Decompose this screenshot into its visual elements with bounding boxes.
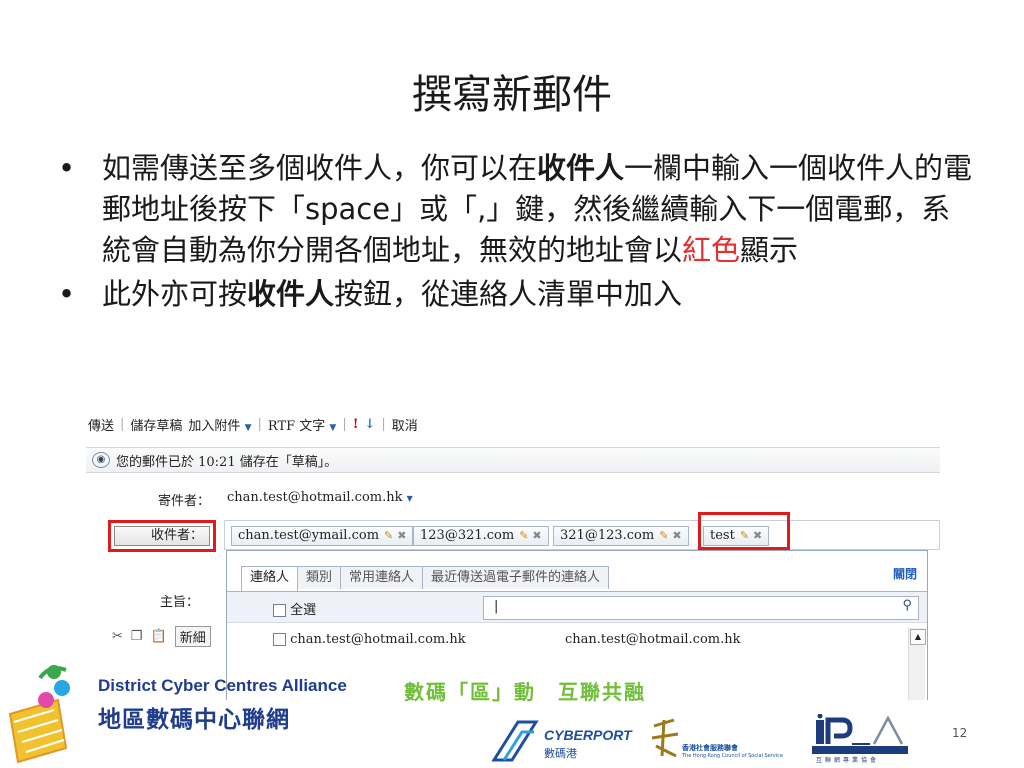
low-priority-icon[interactable]: ↓: [364, 417, 375, 432]
bullet-item-1: • 如需傳送至多個收件人，你可以在收件人一欄中輸入一個收件人的電郵地址後按下「s…: [58, 148, 978, 272]
select-all-checkbox[interactable]: 全選: [273, 599, 316, 618]
toolbar-divider: |: [120, 416, 125, 432]
hkcss-logo: 香港社會服務聯會 The Hong Kong Council of Social…: [648, 716, 808, 764]
page-number: 12: [952, 726, 968, 740]
checkbox-icon: [273, 604, 286, 617]
bullet-2-part-3: 按鈕，從連絡人清單中加入: [334, 276, 683, 311]
dcca-chinese-name: 地區數碼中心聯網: [98, 707, 290, 733]
bullet-1-emphasis: 收件人: [537, 151, 625, 185]
bullet-1-part-5: 顯示: [740, 233, 799, 268]
edit-pencil-icon[interactable]: ✎: [384, 529, 393, 542]
from-select[interactable]: chan.test@hotmail.com.hk ▼: [227, 490, 413, 505]
toolbar-divider: |: [381, 416, 386, 432]
to-button-highlight-box: [108, 520, 216, 552]
high-priority-icon[interactable]: !: [353, 417, 359, 432]
font-select[interactable]: 新細: [174, 626, 211, 647]
recipient-address: 123@321.com: [420, 528, 515, 543]
dcca-emblem-icon: [8, 665, 70, 764]
bullet-text-2: 此外亦可按收件人按鈕，從連絡人清單中加入: [102, 274, 682, 315]
attach-menu[interactable]: 加入附件 ▼: [188, 415, 251, 434]
contact-name-text: chan.test@hotmail.com.hk: [290, 632, 466, 647]
recipients-field[interactable]: chan.test@ymail.com ✎ ✖ 123@321.com ✎ ✖ 321@…: [224, 520, 940, 550]
select-all-row: 全選 | ⚲: [227, 592, 927, 623]
tab-categories[interactable]: 類別: [297, 566, 342, 589]
cyberport-chinese: 數碼港: [544, 747, 577, 760]
remove-x-icon[interactable]: ✖: [397, 529, 406, 542]
bullet-1-part-1: 如需傳送至多個收件人，你可以在: [102, 151, 538, 185]
slide-title: 撰寫新郵件: [412, 72, 612, 118]
bullet-list: • 如需傳送至多個收件人，你可以在收件人一欄中輸入一個收件人的電郵地址後按下「s…: [58, 148, 978, 317]
info-eye-icon: ◉: [92, 452, 110, 468]
draft-saved-notice: ◉ 您的郵件已於 10:21 儲存在「草稿」。: [86, 447, 940, 473]
bullet-dot-icon: •: [58, 151, 76, 185]
mail-compose-screenshot: 傳送 | 儲存草稿 加入附件 ▼ | RTF 文字 ▼ | ! ↓ | 取消 ◉…: [84, 404, 940, 700]
checkbox-icon[interactable]: [273, 633, 286, 646]
subject-label: 主旨：: [160, 595, 200, 610]
recipient-address: 321@123.com: [560, 528, 655, 543]
contacts-tabs: 連絡人 類別 常用連絡人 最近傳送過電子郵件的連絡人: [241, 566, 610, 591]
save-draft-button[interactable]: 儲存草稿: [130, 415, 182, 434]
tab-recent-contacts[interactable]: 最近傳送過電子郵件的連絡人: [422, 566, 610, 589]
edit-pencil-icon[interactable]: ✎: [659, 529, 668, 542]
paste-icon[interactable]: 📋: [151, 629, 167, 644]
hkcss-emblem-icon: [651, 718, 679, 758]
chevron-down-icon: ▼: [244, 422, 252, 433]
ipro-band: [812, 746, 908, 754]
cancel-button[interactable]: 取消: [392, 415, 418, 434]
format-toolbar: ✂ ❐ 📋 新細: [112, 626, 211, 647]
rtf-menu[interactable]: RTF 文字 ▼: [268, 415, 336, 434]
recipient-address: chan.test@ymail.com: [238, 528, 380, 543]
ipro-emblem-icon: [816, 713, 904, 745]
tab-frequent-contacts[interactable]: 常用連絡人: [340, 566, 424, 589]
cyberport-logo: CYBERPORT 數碼港: [490, 718, 640, 764]
ipro-logo: 互聯網專業協會: [812, 713, 910, 764]
from-value: chan.test@hotmail.com.hk: [227, 490, 403, 505]
copy-icon[interactable]: ❐: [131, 629, 143, 644]
slogan: 數碼「區」動 互聯共融: [404, 680, 646, 704]
contact-search-input[interactable]: | ⚲: [483, 596, 919, 620]
hkcss-chinese: 香港社會服務聯會: [682, 744, 738, 752]
scroll-up-icon[interactable]: ▲: [910, 629, 926, 645]
chevron-down-icon: ▼: [329, 422, 337, 433]
recipient-chip[interactable]: 123@321.com ✎ ✖: [413, 526, 549, 546]
remove-x-icon[interactable]: ✖: [672, 529, 681, 542]
search-icon[interactable]: ⚲: [902, 598, 912, 613]
cut-icon[interactable]: ✂: [112, 629, 123, 644]
cyberport-emblem-icon: [491, 720, 539, 762]
tab-contacts[interactable]: 連絡人: [241, 566, 299, 591]
chevron-down-icon: ▼: [406, 494, 413, 503]
recipient-chip[interactable]: chan.test@ymail.com ✎ ✖: [231, 526, 414, 546]
contact-email: chan.test@hotmail.com.hk: [565, 632, 741, 647]
hkcss-english: The Hong Kong Council of Social Service: [682, 753, 783, 759]
toolbar-divider: |: [257, 416, 262, 432]
recipient-chip[interactable]: 321@123.com ✎ ✖: [553, 526, 689, 546]
ipro-chinese: 互聯網專業協會: [816, 757, 880, 764]
dcca-english-name: District Cyber Centres Alliance: [98, 676, 347, 695]
rtf-label: RTF 文字: [267, 418, 326, 434]
search-text: |: [494, 599, 499, 614]
bullet-2-part-1: 此外亦可按: [102, 276, 248, 311]
bullet-1-red-word: 紅色: [682, 233, 741, 268]
remove-x-icon[interactable]: ✖: [532, 529, 541, 542]
attach-label: 加入附件: [188, 418, 241, 434]
bullet-text-1: 如需傳送至多個收件人，你可以在收件人一欄中輸入一個收件人的電郵地址後按下「spa…: [102, 148, 978, 272]
select-all-label: 全選: [290, 603, 317, 618]
invalid-recipient-highlight-box: [698, 512, 790, 550]
edit-pencil-icon[interactable]: ✎: [519, 529, 528, 542]
contacts-scrollbar[interactable]: ▲: [908, 628, 926, 700]
close-link[interactable]: 關閉: [893, 565, 917, 582]
bullet-dot-icon: •: [58, 276, 76, 311]
bullet-item-2: • 此外亦可按收件人按鈕，從連絡人清單中加入: [58, 274, 978, 315]
notice-text: 您的郵件已於 10:21 儲存在「草稿」。: [116, 454, 338, 470]
toolbar-divider: |: [342, 416, 347, 432]
bullet-2-emphasis: 收件人: [247, 276, 335, 311]
cyberport-english: CYBERPORT: [544, 727, 632, 743]
contact-name[interactable]: chan.test@hotmail.com.hk: [273, 632, 466, 647]
compose-toolbar: 傳送 | 儲存草稿 加入附件 ▼ | RTF 文字 ▼ | ! ↓ | 取消: [84, 412, 940, 436]
from-label: 寄件者：: [157, 494, 210, 509]
send-button[interactable]: 傳送: [88, 415, 114, 434]
